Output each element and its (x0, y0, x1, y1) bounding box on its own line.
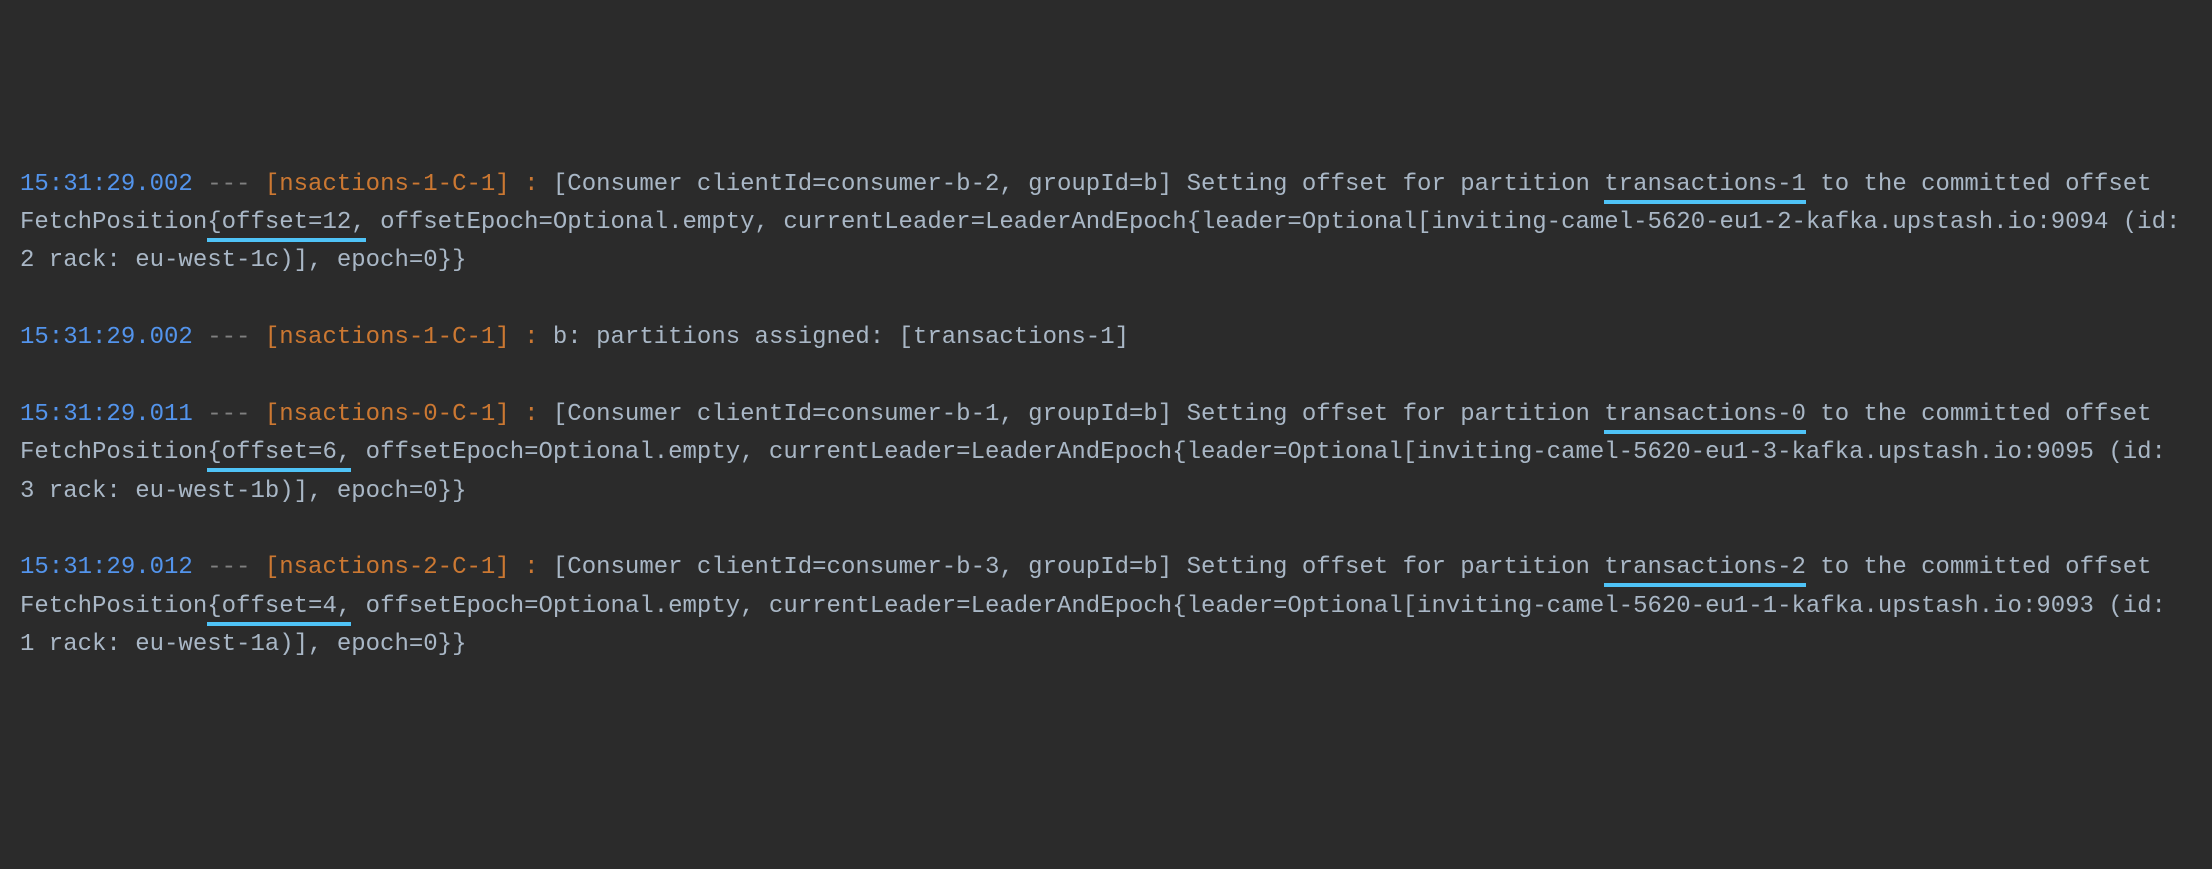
log-colon: : (510, 171, 553, 198)
log-entry: 15:31:29.002 --- [nsactions-1-C-1] : b: … (20, 319, 2192, 357)
log-offset-highlight: {offset=12, (207, 209, 365, 242)
log-partition-highlight: transactions-1 (1604, 171, 1806, 204)
log-thread: [nsactions-1-C-1] (265, 171, 510, 198)
log-message-part: b: partitions assigned: [transactions-1] (553, 324, 1129, 351)
log-separator: --- (193, 171, 265, 198)
log-colon: : (510, 401, 553, 428)
log-colon: : (510, 324, 553, 351)
log-message-part: [Consumer clientId=consumer-b-3, groupId… (553, 554, 1604, 581)
log-offset-highlight: {offset=4, (207, 593, 351, 626)
log-thread: [nsactions-2-C-1] (265, 554, 510, 581)
log-timestamp: 15:31:29.012 (20, 554, 193, 581)
log-separator: --- (193, 401, 265, 428)
log-separator: --- (193, 324, 265, 351)
log-partition-highlight: transactions-2 (1604, 554, 1806, 587)
log-timestamp: 15:31:29.011 (20, 401, 193, 428)
log-separator: --- (193, 554, 265, 581)
log-entry: 15:31:29.002 --- [nsactions-1-C-1] : [Co… (20, 166, 2192, 281)
log-message-part: [Consumer clientId=consumer-b-2, groupId… (553, 171, 1604, 198)
log-partition-highlight: transactions-0 (1604, 401, 1806, 434)
log-entry: 15:31:29.011 --- [nsactions-0-C-1] : [Co… (20, 396, 2192, 511)
log-entry: 15:31:29.012 --- [nsactions-2-C-1] : [Co… (20, 549, 2192, 664)
log-timestamp: 15:31:29.002 (20, 171, 193, 198)
log-thread: [nsactions-0-C-1] (265, 401, 510, 428)
log-message-part: [Consumer clientId=consumer-b-1, groupId… (553, 401, 1604, 428)
log-colon: : (510, 554, 553, 581)
log-thread: [nsactions-1-C-1] (265, 324, 510, 351)
log-offset-highlight: {offset=6, (207, 439, 351, 472)
log-timestamp: 15:31:29.002 (20, 324, 193, 351)
